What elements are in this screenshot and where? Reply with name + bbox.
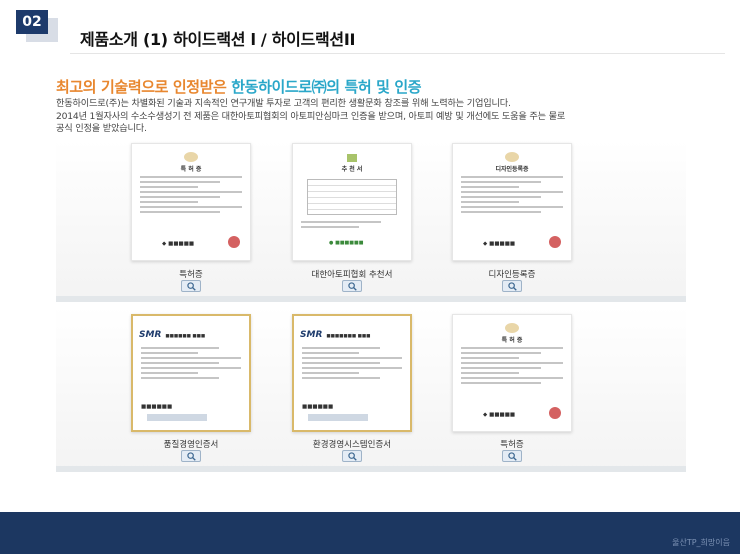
smr-header: SMR ■■■■■■■ ■■■ (300, 330, 371, 340)
certificate-caption: 대한아토피협회 추천서 (311, 270, 393, 280)
atopy-association-logo-icon: ● ■■■■■■ (329, 240, 364, 246)
seal-stamp-icon (228, 236, 240, 248)
certificate-body-text (299, 221, 405, 228)
section-headline: 최고의 기술력으로 인정받은 한동하이드로㈜의 특허 및 인증 (56, 76, 422, 97)
certificate-card-quality-management[interactable]: SMR ■■■■■■ ■■■ ■■■■■■ (131, 314, 251, 432)
certificate-doc-title: 추 천 서 (341, 166, 363, 173)
slide-number-badge: 02 (16, 10, 48, 34)
seal-stamp-icon (549, 407, 561, 419)
certificate-caption: 특허증 (500, 440, 524, 450)
description-line-2: 2014년 1월자사의 수소수생성기 전 제품은 대한아토피협회의 아토피안심마… (56, 110, 566, 122)
emblem-icon (184, 152, 198, 162)
accreditation-marks (308, 414, 368, 421)
zoom-button[interactable] (502, 280, 522, 292)
certificate-card-atopy-recommendation[interactable]: 추 천 서 ● ■■■■■■ (292, 143, 412, 261)
gallery-shelf-top-base (56, 296, 686, 302)
certificate-doc-title: 특 허 증 (180, 166, 202, 173)
zoom-button[interactable] (502, 450, 522, 462)
certificate-card-environmental-management[interactable]: SMR ■■■■■■■ ■■■ ■■■■■■ (292, 314, 412, 432)
atopy-mark-icon (347, 154, 357, 162)
zoom-button[interactable] (181, 450, 201, 462)
company-description: 한동하이드로(주)는 차별화된 기술과 지속적인 연구개발 투자로 고객의 편리… (56, 98, 656, 136)
description-line-3: 공식 인정을 받았습니다. (56, 123, 147, 134)
gallery-shelf-bottom-base (56, 466, 686, 472)
zoom-button[interactable] (181, 280, 201, 292)
certificate-body-text (139, 347, 243, 379)
page-title-separator: l / (245, 30, 272, 49)
certificate-body-text (459, 347, 565, 384)
emblem-icon (505, 152, 519, 162)
certificate-card-patent-1[interactable]: 특 허 증 ◆ ■■■■■ (131, 143, 251, 261)
certificate-body-text (300, 347, 404, 379)
page-title-main: 제품소개 (1) 하이드랙션 (80, 30, 246, 49)
smr-logo-icon: SMR (300, 330, 323, 340)
emblem-icon (505, 323, 519, 333)
certificate-doc-title: 디자인등록증 (495, 166, 529, 173)
magnifier-icon (186, 281, 196, 291)
certificate-caption: 환경경영시스템인증서 (312, 440, 392, 450)
certificate-doc-title: 특 허 증 (501, 337, 523, 344)
title-divider (70, 53, 725, 54)
magnifier-icon (347, 281, 357, 291)
page-title: 제품소개 (1) 하이드랙션 l / 하이드랙션II (80, 26, 355, 50)
smr-logo-icon: SMR (139, 330, 162, 340)
recommendation-table (307, 179, 397, 215)
magnifier-icon (186, 451, 196, 461)
zoom-button[interactable] (342, 280, 362, 292)
magnifier-icon (347, 451, 357, 461)
smr-header: SMR ■■■■■■ ■■■ (139, 330, 206, 340)
certificate-card-design-registration[interactable]: 디자인등록증 ◆ ■■■■■ (452, 143, 572, 261)
seal-stamp-icon (549, 236, 561, 248)
headline-part-b: 한동하이드로㈜의 특허 및 인증 (231, 78, 422, 96)
issuer-logo-icon: ◆ ■■■■■ (162, 241, 195, 247)
certificate-body-text (459, 176, 565, 213)
certifier-logo-icon: ■■■■■■ (141, 404, 173, 410)
footer-bar: 울산TP_희망이음 (0, 512, 740, 554)
headline-part-a: 최고의 기술력으로 인정받은 (56, 78, 232, 96)
certificate-card-patent-2[interactable]: 특 허 증 ◆ ■■■■■ (452, 314, 572, 432)
issuer-logo-icon: ◆ ■■■■■ (483, 241, 516, 247)
certificate-body-text (138, 176, 244, 213)
description-line-1: 한동하이드로(주)는 차별화된 기술과 지속적인 연구개발 투자로 고객의 편리… (56, 98, 511, 109)
certificate-caption: 특허증 (179, 270, 203, 280)
zoom-button[interactable] (342, 450, 362, 462)
certifier-logo-icon: ■■■■■■ (302, 404, 334, 410)
page-title-sub: 하이드랙션II (271, 30, 356, 49)
footer-text: 울산TP_희망이음 (672, 538, 730, 547)
accreditation-marks (147, 414, 207, 421)
certificate-caption: 디자인등록증 (488, 270, 536, 280)
certificate-caption: 품질경영인증서 (163, 440, 219, 450)
magnifier-icon (507, 281, 517, 291)
magnifier-icon (507, 451, 517, 461)
issuer-logo-icon: ◆ ■■■■■ (483, 412, 516, 418)
